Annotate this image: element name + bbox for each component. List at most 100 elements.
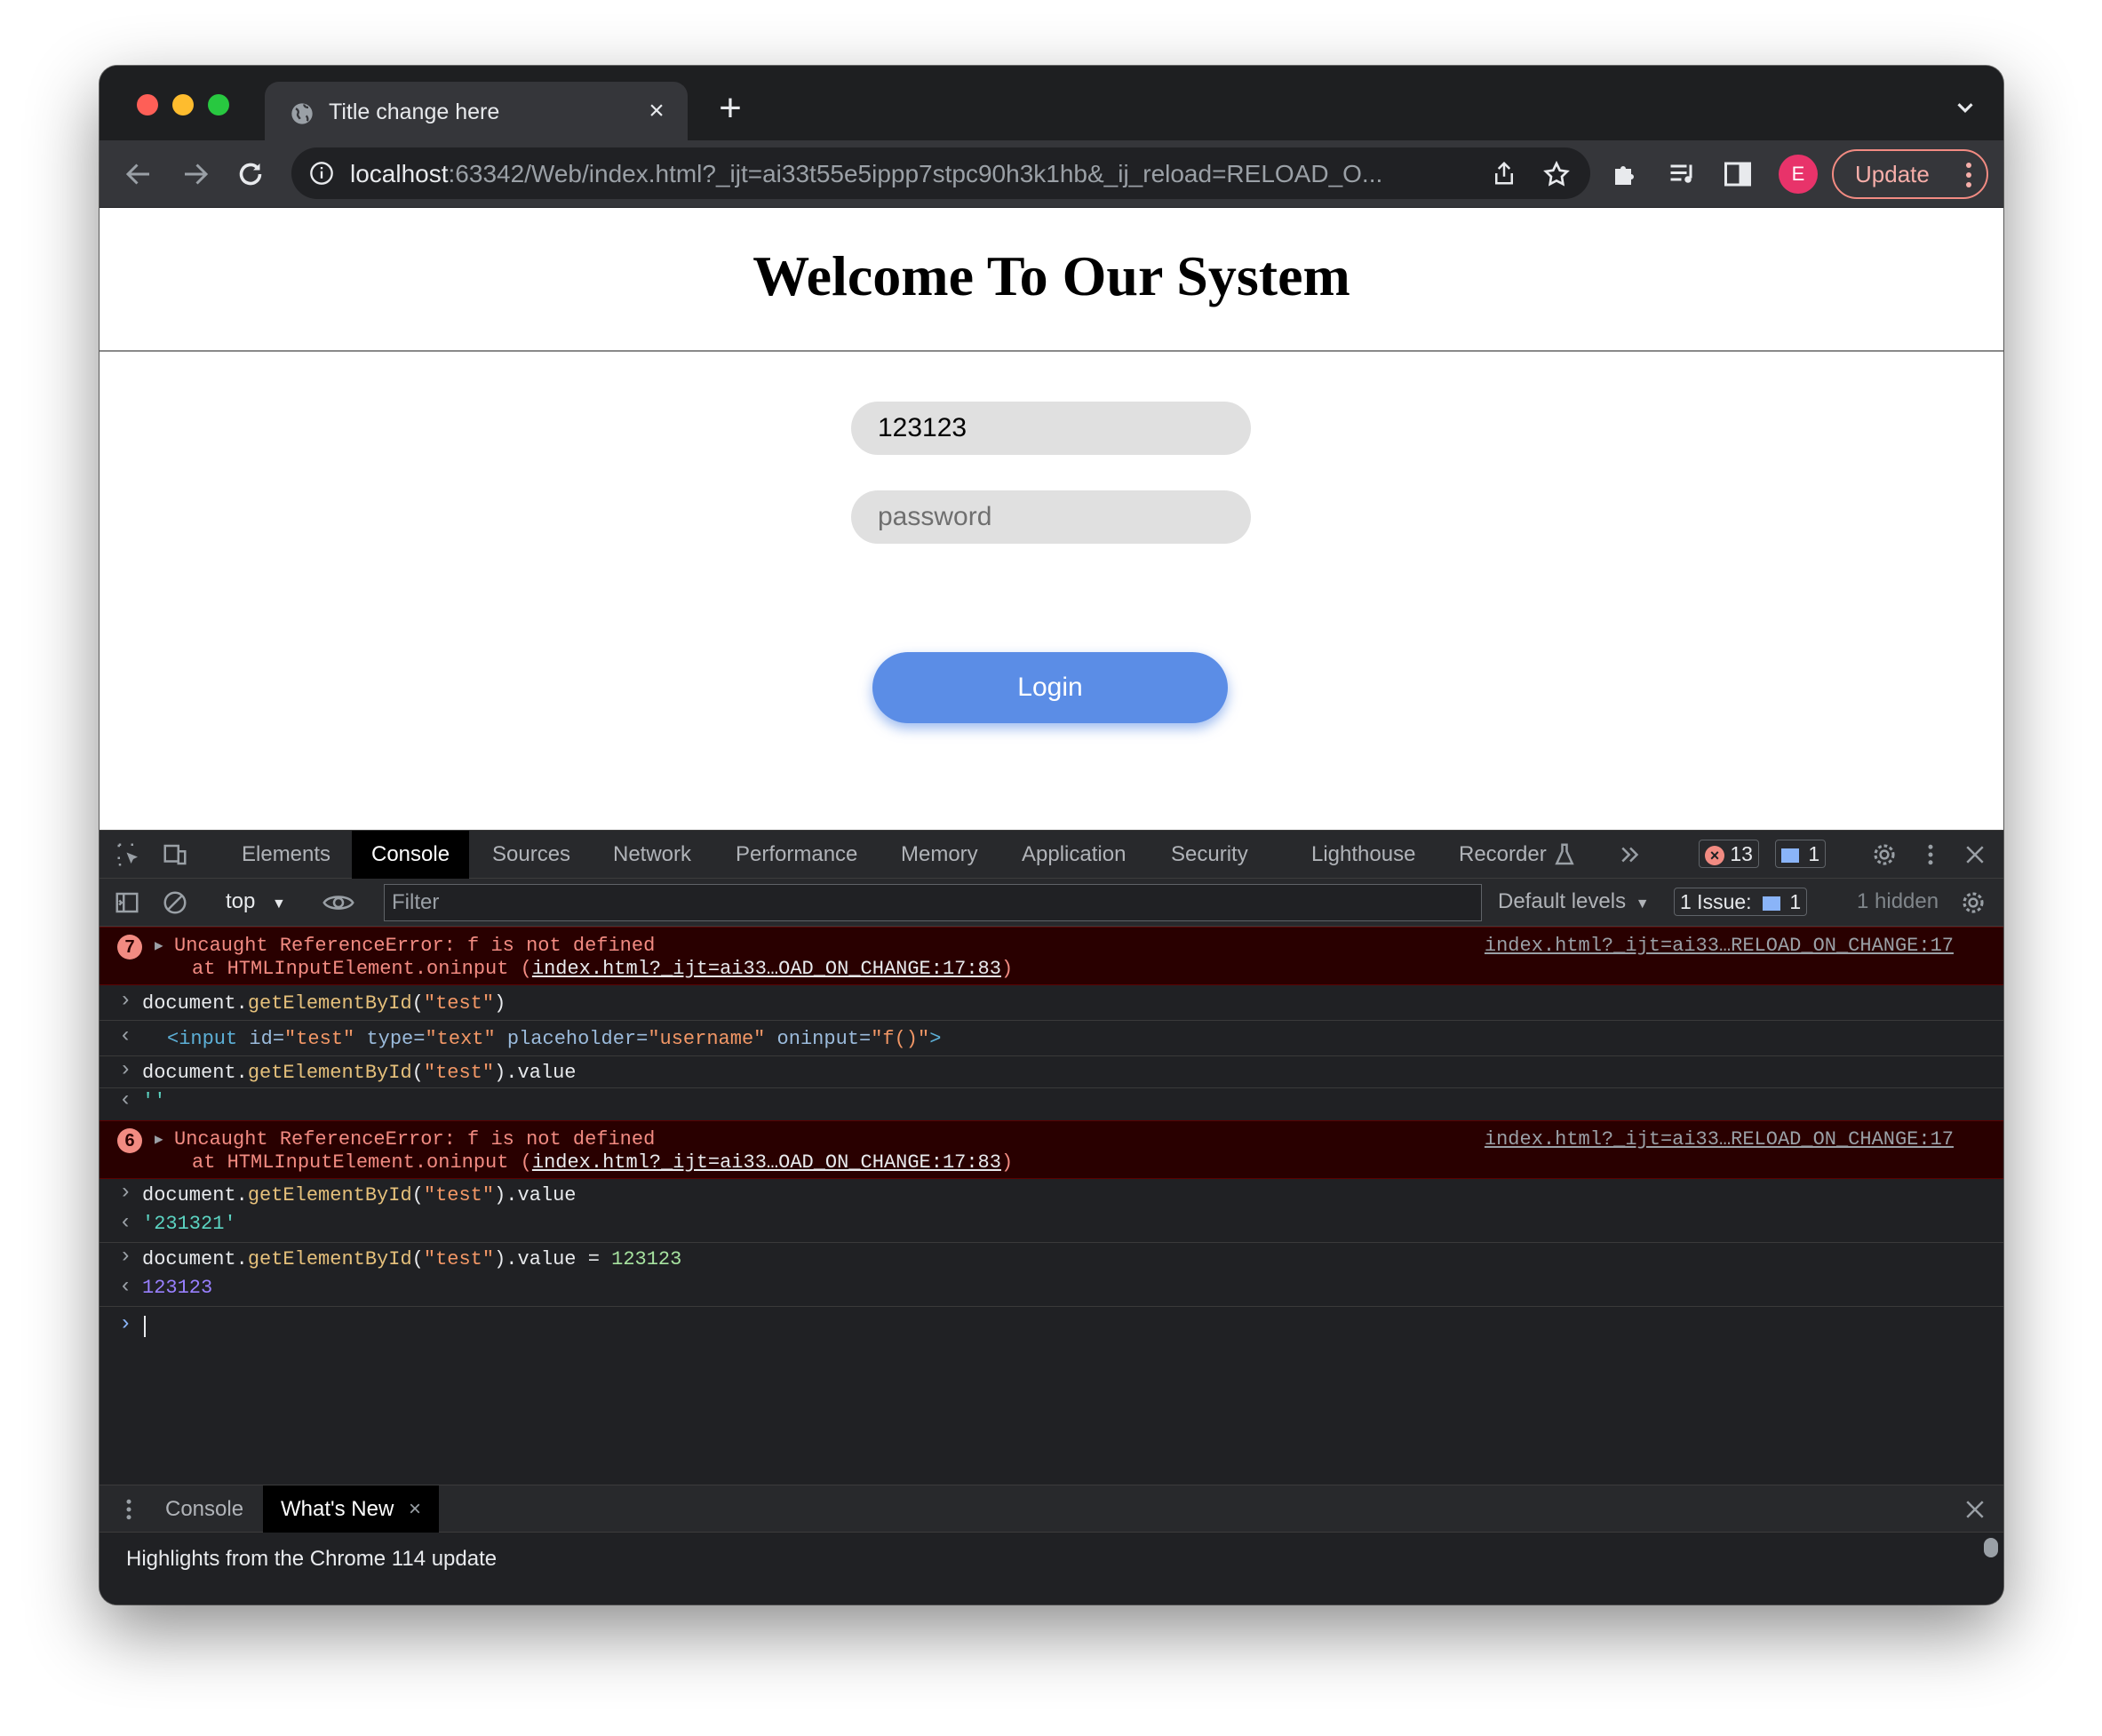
clear-console-icon[interactable] — [162, 889, 188, 916]
sidebar-toggle-icon[interactable] — [114, 889, 140, 916]
source-link[interactable]: index.html?_ijt=ai33…RELOAD_ON_CHANGE:17 — [1485, 935, 1954, 957]
close-drawer-icon[interactable] — [1962, 1496, 1988, 1523]
side-panel-icon[interactable] — [1722, 158, 1754, 190]
console-input-row: › document.getElementById("test").value — [100, 1056, 2003, 1088]
error-stack: at HTMLInputElement.oninput (index.html?… — [192, 958, 1014, 980]
drawer-tab-console[interactable]: Console — [165, 1485, 243, 1533]
message-count: 1 — [1808, 842, 1820, 865]
update-label: Update — [1855, 161, 1930, 187]
hidden-count: 1 hidden — [1857, 889, 1939, 913]
more-tabs-chevrons-icon[interactable] — [1617, 841, 1644, 868]
drawer-tab-label: What's New — [281, 1497, 394, 1521]
tab-lighthouse[interactable]: Lighthouse — [1311, 831, 1415, 879]
devtools-panel: Elements Console Sources Network Perform… — [100, 830, 2003, 1605]
bookmark-star-icon[interactable] — [1542, 160, 1571, 188]
expand-triangle-icon[interactable]: ▶ — [155, 1130, 163, 1148]
stack-link[interactable]: index.html?_ijt=ai33…OAD_ON_CHANGE:17:83 — [532, 958, 1001, 980]
close-window-button[interactable] — [137, 94, 158, 115]
console-result: '231321' — [142, 1213, 236, 1235]
console-command: document.getElementById("test").value — [142, 1184, 577, 1206]
console-result-row: ‹ '231321' — [100, 1211, 2003, 1243]
devtools-tab-bar: Elements Console Sources Network Perform… — [100, 831, 2003, 879]
inspect-element-icon[interactable] — [115, 841, 142, 868]
site-info-icon[interactable] — [309, 161, 334, 186]
console-settings-gear-icon[interactable] — [1960, 889, 1987, 916]
more-vert-icon — [1966, 163, 1971, 187]
zoom-window-button[interactable] — [208, 94, 229, 115]
input-chevron-icon: › — [119, 989, 132, 1013]
tab-memory[interactable]: Memory — [901, 831, 978, 879]
close-icon[interactable]: × — [409, 1497, 421, 1521]
message-count-badge[interactable]: 1 — [1775, 840, 1827, 868]
repeat-count-badge: 7 — [117, 935, 142, 960]
settings-gear-icon[interactable] — [1871, 841, 1898, 868]
eye-icon[interactable] — [322, 889, 355, 916]
tab-recorder[interactable]: Recorder — [1459, 831, 1547, 879]
share-icon[interactable] — [1491, 160, 1517, 187]
device-toolbar-icon[interactable] — [162, 841, 188, 868]
context-selector[interactable]: top ▼ — [226, 889, 286, 914]
forward-arrow-icon[interactable] — [179, 158, 211, 190]
browser-toolbar: localhost:63342/Web/index.html?_ijt=ai33… — [100, 140, 2003, 208]
more-vert-icon[interactable] — [1917, 841, 1944, 868]
message-icon — [1781, 848, 1799, 863]
tab-security[interactable]: Security — [1171, 831, 1248, 879]
username-input[interactable] — [851, 402, 1251, 455]
close-tab-icon[interactable]: × — [643, 98, 670, 124]
console-filter-input[interactable]: Filter — [384, 884, 1482, 921]
console-result-row: ‹ '' — [100, 1088, 2003, 1120]
console-prompt[interactable]: › — [100, 1307, 2003, 1346]
error-x-icon: × — [1705, 845, 1724, 865]
console-input-row: › document.getElementById("test").value … — [100, 1243, 2003, 1275]
address-bar[interactable]: localhost:63342/Web/index.html?_ijt=ai33… — [291, 147, 1590, 199]
error-count: 13 — [1730, 842, 1753, 865]
media-controls-icon[interactable] — [1667, 158, 1699, 190]
console-command: document.getElementById("test").value — [142, 1062, 577, 1084]
minimize-window-button[interactable] — [172, 94, 194, 115]
profile-avatar[interactable]: E — [1779, 155, 1818, 194]
console-error-row[interactable]: 7 ▶ Uncaught ReferenceError: f is not de… — [100, 927, 2003, 985]
tab-application[interactable]: Application — [1022, 831, 1126, 879]
expand-triangle-icon[interactable]: ▶ — [155, 936, 163, 954]
console-error-row[interactable]: 6 ▶ Uncaught ReferenceError: f is not de… — [100, 1120, 2003, 1179]
password-input[interactable] — [851, 490, 1251, 544]
issues-label: 1 Issue: — [1680, 890, 1752, 913]
back-arrow-icon[interactable] — [123, 158, 155, 190]
source-link[interactable]: index.html?_ijt=ai33…RELOAD_ON_CHANGE:17 — [1485, 1128, 1954, 1151]
scrollbar-thumb[interactable] — [1984, 1538, 1998, 1557]
login-button[interactable]: Login — [872, 652, 1228, 723]
stack-link[interactable]: index.html?_ijt=ai33…OAD_ON_CHANGE:17:83 — [532, 1151, 1001, 1174]
result-arrow-icon: ‹ — [119, 1275, 132, 1299]
tab-console[interactable]: Console — [352, 831, 470, 879]
drawer-tab-whats-new[interactable]: What's New × — [263, 1485, 439, 1533]
drawer-menu-icon[interactable] — [115, 1496, 142, 1523]
error-message: Uncaught ReferenceError: f is not define… — [174, 1128, 656, 1151]
flask-icon — [1555, 843, 1574, 865]
result-arrow-icon: ‹ — [119, 1211, 132, 1235]
input-chevron-icon: › — [119, 1058, 132, 1082]
console-output: 7 ▶ Uncaught ReferenceError: f is not de… — [100, 927, 2003, 1485]
tab-elements[interactable]: Elements — [242, 831, 330, 879]
tab-sources[interactable]: Sources — [492, 831, 570, 879]
highlights-text: Highlights from the Chrome 114 update — [126, 1547, 498, 1571]
console-result: <input id="test" type="text" placeholder… — [167, 1028, 942, 1050]
chevron-down-icon[interactable] — [1952, 94, 1979, 121]
reload-icon[interactable] — [235, 158, 267, 190]
browser-tab[interactable]: Title change here × — [265, 82, 688, 140]
console-result-row[interactable]: ‹ <input id="test" type="text" placehold… — [100, 1021, 2003, 1056]
drawer-tab-bar: Console What's New × — [100, 1485, 2003, 1533]
result-arrow-icon: ‹ — [119, 1088, 132, 1112]
extensions-puzzle-icon[interactable] — [1610, 158, 1642, 190]
default-levels-dropdown[interactable]: Default levels ▼ — [1498, 889, 1650, 914]
new-tab-button[interactable]: + — [713, 89, 748, 128]
issues-badge[interactable]: 1 Issue: 1 — [1674, 888, 1808, 916]
error-count-badge[interactable]: × 13 — [1699, 840, 1759, 868]
tab-strip: Title change here × + — [100, 66, 2003, 140]
caret-down-icon: ▼ — [272, 896, 286, 912]
input-chevron-icon: › — [119, 1245, 132, 1269]
caret-down-icon: ▼ — [1635, 896, 1650, 912]
tab-network[interactable]: Network — [613, 831, 691, 879]
close-devtools-icon[interactable] — [1962, 841, 1988, 868]
tab-performance[interactable]: Performance — [736, 831, 857, 879]
update-button[interactable]: Update — [1832, 149, 1988, 199]
